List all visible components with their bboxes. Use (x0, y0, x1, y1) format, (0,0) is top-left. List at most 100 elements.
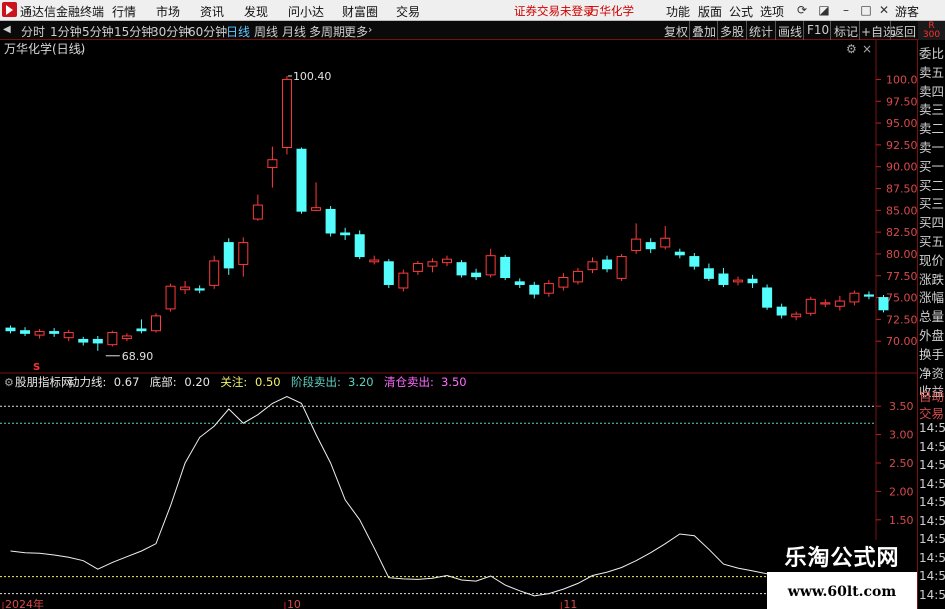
multi-stock-button[interactable]: 多股 (720, 23, 744, 40)
guest-label[interactable]: 游客 (895, 3, 919, 20)
legend-value: 0.50 (255, 375, 281, 389)
chart-area[interactable]: 万华化学(日线) ⌄ ⚙ × 70.00 72.50 75.00 77.50 80.00… (0, 40, 925, 609)
mark-button[interactable]: 标记 (834, 23, 858, 40)
candle-up (631, 238, 642, 251)
price-tick-label: 92.50 (886, 139, 917, 152)
candle-down (20, 330, 31, 334)
candle-down (383, 261, 394, 285)
menu-layout[interactable]: 版面 (698, 3, 722, 20)
candle-down (500, 256, 511, 278)
overlay-button[interactable]: 叠加 (692, 23, 716, 40)
candle-up (311, 207, 322, 211)
candle-down (194, 288, 205, 291)
quote-field-label: 涨幅 (919, 290, 945, 306)
menu-news[interactable]: 资讯 (200, 3, 224, 20)
quote-field-label: 买四 (919, 215, 945, 231)
tab-intraday[interactable]: 分时 (21, 23, 45, 40)
tab-more[interactable]: 更多 (344, 23, 368, 40)
menu-functions[interactable]: 功能 (666, 3, 690, 20)
menu-wenxiaoda[interactable]: 问小达 (288, 3, 324, 20)
menu-discover[interactable]: 发现 (244, 3, 268, 20)
menu-market[interactable]: 市场 (156, 3, 180, 20)
draw-line-button[interactable]: 画线 (778, 23, 802, 40)
candle-down (674, 251, 685, 256)
statistics-button[interactable]: 统计 (749, 23, 773, 40)
candle-up (616, 256, 627, 279)
legend-value: 0.20 (184, 375, 210, 389)
quote-field-label: 净资 (919, 365, 945, 381)
trade-time: 14:56 (919, 439, 945, 454)
price-tick-label: 95.00 (886, 117, 917, 130)
app-logo-icon (2, 2, 17, 17)
menu-bar: 通达信金融终端 行情 市场 资讯 发现 问小达 财富圈 交易 证券交易未登录 万… (0, 0, 945, 21)
toolbar-divider (746, 21, 747, 40)
candle-down (602, 259, 613, 270)
quote-field-label: 买三 (919, 196, 945, 212)
r-badge[interactable]: R 300 (918, 21, 945, 40)
candle-up (34, 331, 45, 336)
quote-field-label: 卖二 (919, 121, 945, 137)
price-tick-label: 85.00 (886, 204, 917, 217)
refresh-icon[interactable]: ⟳ (794, 2, 810, 18)
tab-30min[interactable]: 30分钟 (151, 23, 190, 40)
candle-down (456, 262, 467, 276)
watermark: 乐淘公式网 www.60lt.com (767, 540, 917, 609)
quote-field-label: 涨跌 (919, 271, 945, 287)
menu-quotes[interactable]: 行情 (112, 3, 136, 20)
current-stock-name: 万华化学 (588, 4, 634, 18)
menu-wealth-circle[interactable]: 财富圈 (342, 3, 378, 20)
toolbar-divider (890, 21, 891, 40)
candle-down (223, 242, 234, 269)
trade-time: 14:56 (919, 513, 945, 528)
quote-field-label: 现价 (919, 252, 945, 268)
candle-down (325, 208, 336, 234)
tab-15min[interactable]: 15分钟 (114, 23, 153, 40)
maximize-icon[interactable]: □ (858, 2, 874, 18)
menu-options[interactable]: 选项 (760, 3, 784, 20)
candle-up (572, 270, 583, 283)
close-icon[interactable]: ✕ (876, 2, 892, 18)
candle-down (92, 338, 103, 344)
indicator-tick-label: 1.50 (889, 514, 914, 527)
tab-5min[interactable]: 5分钟 (82, 23, 114, 40)
tab-daily[interactable]: 日线 (226, 23, 250, 40)
tab-multi-period[interactable]: 多周期 (309, 23, 345, 40)
candle-up (398, 272, 409, 289)
f10-button[interactable]: F10 (807, 23, 829, 37)
tab-1min[interactable]: 1分钟 (50, 23, 82, 40)
candle-up (165, 285, 176, 310)
menu-trade[interactable]: 交易 (396, 3, 420, 20)
legend-label: 关注: (220, 375, 247, 389)
more-chevron-icon[interactable]: › (368, 23, 372, 36)
menu-formula[interactable]: 公式 (729, 3, 753, 20)
adjust-button[interactable]: 复权 (664, 23, 688, 40)
candle-up (660, 237, 671, 248)
back-arrow-icon[interactable]: ◀ (3, 24, 11, 35)
tab-60min[interactable]: 60分钟 (188, 23, 227, 40)
period-toolbar: ◀ 分时 1分钟 5分钟 15分钟 30分钟 60分钟 日线 周线 月线 多周期… (0, 21, 945, 40)
toolbar-divider (803, 21, 804, 40)
candle-up (733, 279, 743, 283)
date-label: 2024年 (5, 597, 44, 609)
tab-weekly[interactable]: 周线 (254, 23, 278, 40)
legend-label: 动力线: (68, 375, 106, 389)
minimize-icon[interactable]: – (838, 2, 854, 18)
candle-down (5, 327, 16, 332)
trade-time: 14:56 (919, 421, 945, 435)
momentum-line (10, 395, 884, 597)
tab-monthly[interactable]: 月线 (282, 23, 306, 40)
candle-down (49, 331, 60, 334)
trade-label[interactable]: 交易 (919, 403, 944, 422)
return-button[interactable]: 返回 (892, 23, 916, 40)
quote-field-label: 买二 (919, 177, 945, 193)
login-status[interactable]: 证券交易未登录 (514, 3, 595, 19)
title-dropdown-icon: ⌄ (76, 43, 85, 56)
price-tick-label: 87.50 (886, 183, 917, 196)
legend-value: 3.20 (348, 375, 374, 389)
price-tick-label: 75.00 (886, 292, 917, 305)
price-tick-label: 70.00 (886, 335, 917, 348)
candle-up (558, 276, 569, 288)
notification-icon[interactable]: ◪ (816, 2, 832, 18)
trade-time: 14:56 (919, 550, 945, 565)
chart-canvas[interactable]: 万华化学(日线) ⌄ ⚙ × 70.00 72.50 75.00 77.50 80.00… (0, 40, 925, 609)
